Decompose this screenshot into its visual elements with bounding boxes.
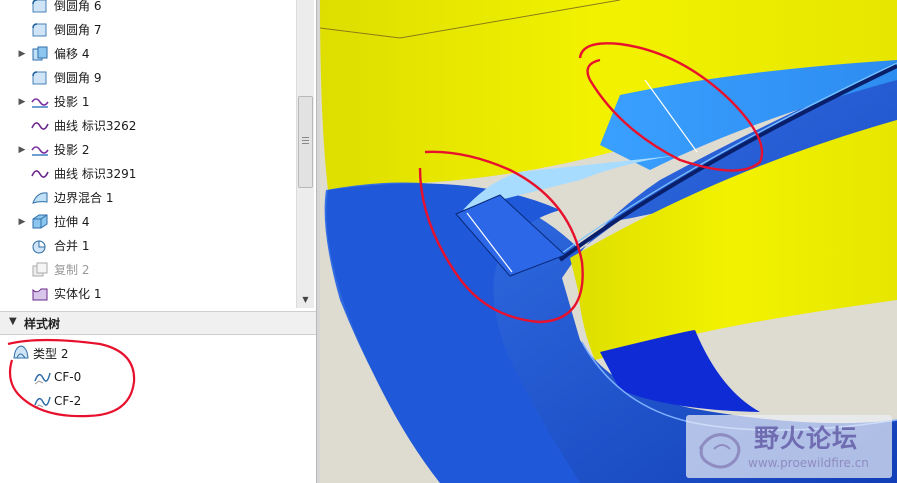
scrollbar-grip: [302, 137, 309, 145]
collapse-icon[interactable]: ▼: [9, 316, 17, 327]
tree-item-label: 倒圆角 7: [54, 23, 102, 37]
solidify-icon: [32, 288, 48, 301]
model-tree: 倒圆角 6 倒圆角 7 ▶ 偏移 4 倒圆角 9 ▶ 投影 1 曲线 标识326…: [0, 0, 296, 308]
watermark-url: www.proewildfire.cn: [748, 456, 869, 470]
tree-item-label: 倒圆角 9: [54, 71, 102, 85]
extrude-icon: [32, 214, 48, 229]
tree-item-boundary-blend-1[interactable]: 边界混合 1: [0, 186, 296, 210]
tree-expander[interactable]: ▶: [17, 42, 27, 66]
merge-icon: [32, 240, 46, 254]
tree-item-curve-3262[interactable]: 曲线 标识3262: [0, 114, 296, 138]
watermark: 野火论坛 www.proewildfire.cn: [686, 415, 892, 478]
forum-logo-icon: [698, 433, 741, 469]
tree-expander[interactable]: ▶: [17, 90, 27, 114]
curve-icon: [31, 170, 49, 178]
red-annotation-circle-tree: [7, 338, 136, 418]
projection-icon: [31, 146, 49, 156]
round-icon: [32, 23, 47, 37]
curve-icon: [31, 122, 49, 130]
tree-item-label: 投影 1: [54, 95, 90, 109]
tree-item-label: 投影 2: [54, 143, 90, 157]
tree-item-curve-3291[interactable]: 曲线 标识3291: [0, 162, 296, 186]
tree-item-round-9[interactable]: 倒圆角 9: [0, 66, 296, 90]
tree-item-round-6[interactable]: 倒圆角 6: [0, 0, 296, 18]
3d-viewport[interactable]: [320, 0, 897, 483]
tree-item-label: 合并 1: [54, 239, 90, 253]
copy-icon: [32, 262, 48, 277]
tree-item-merge-1[interactable]: 合并 1: [0, 234, 296, 258]
tree-item-label: 复制 2: [54, 263, 90, 277]
tree-expander[interactable]: ▶: [17, 210, 27, 234]
tree-item-label: 拉伸 4: [54, 215, 90, 229]
tree-expander[interactable]: ▶: [17, 138, 27, 162]
tree-item-label: 曲线 标识3291: [54, 167, 137, 181]
projection-icon: [31, 98, 49, 108]
round-icon: [32, 71, 47, 85]
tree-item-projection-2[interactable]: ▶ 投影 2: [0, 138, 296, 162]
tree-item-copy-2[interactable]: 复制 2: [0, 258, 296, 282]
boundary-blend-icon: [32, 192, 48, 204]
scroll-down-icon[interactable]: ▼: [297, 291, 314, 308]
tree-item-extrude-4[interactable]: ▶ 拉伸 4: [0, 210, 296, 234]
tree-item-label: 倒圆角 6: [54, 0, 102, 13]
tree-item-label: 曲线 标识3262: [54, 119, 137, 133]
tree-item-offset-4[interactable]: ▶ 偏移 4: [0, 42, 296, 66]
tree-item-projection-1[interactable]: ▶ 投影 1: [0, 90, 296, 114]
tree-item-label: 边界混合 1: [54, 191, 114, 205]
tree-item-solidify-1[interactable]: 实体化 1: [0, 282, 296, 306]
left-panel: 倒圆角 6 倒圆角 7 ▶ 偏移 4 倒圆角 9 ▶ 投影 1 曲线 标识326…: [0, 0, 318, 483]
tree-item-round-7[interactable]: 倒圆角 7: [0, 18, 296, 42]
model-render: [320, 0, 897, 483]
scrollbar-thumb[interactable]: [298, 96, 313, 188]
model-tree-scrollbar[interactable]: ▼: [296, 0, 314, 308]
tree-item-label: 偏移 4: [54, 47, 90, 61]
round-icon: [32, 0, 47, 13]
watermark-brand: 野火论坛: [754, 424, 859, 453]
offset-icon: [32, 46, 48, 61]
tree-item-label: 实体化 1: [54, 287, 102, 301]
